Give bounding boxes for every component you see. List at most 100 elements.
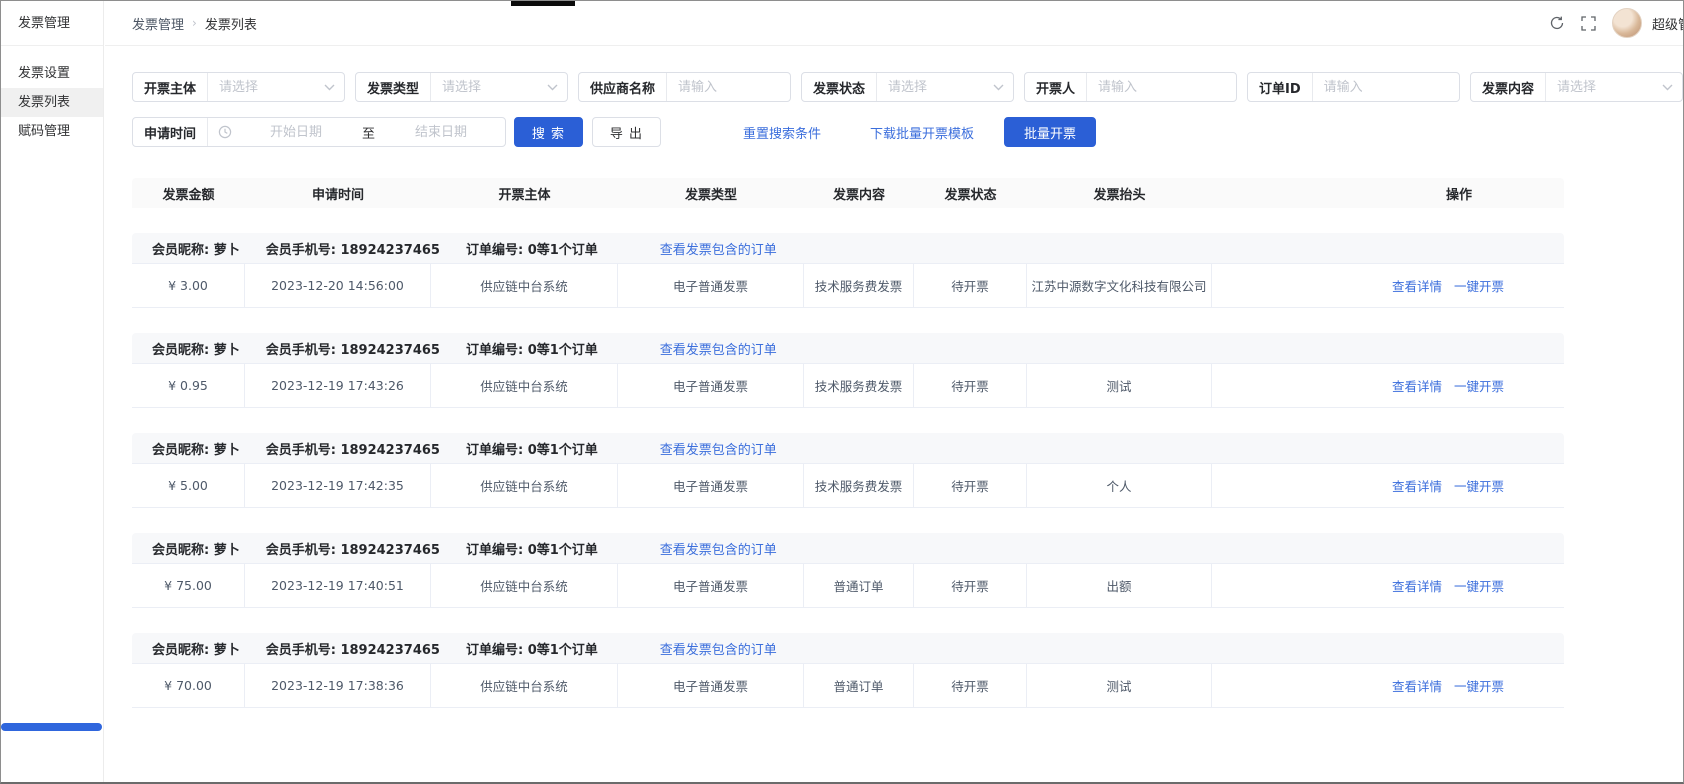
order-number: 订单编号: 0等1个订单	[466, 439, 598, 458]
search-button[interactable]: 搜 索	[514, 117, 583, 147]
table-header-cell: 发票抬头	[1027, 178, 1212, 208]
filter-input[interactable]	[877, 73, 993, 101]
cell-invoice-content: 普通订单	[804, 564, 914, 607]
horizontal-scrollbar-thumb[interactable]	[1, 723, 102, 731]
member-phone: 会员手机号: 18924237465	[266, 239, 440, 258]
invoice-table: 发票金额申请时间开票主体发票类型发票内容发票状态发票抬头操作 会员昵称: 萝卜 …	[132, 178, 1564, 708]
cell-invoice-type: 电子普通发票	[618, 564, 804, 607]
cell-actions: 查看详情 一键开票	[1212, 664, 1564, 707]
end-date-input[interactable]	[377, 118, 505, 146]
batch-invoice-button[interactable]: 批量开票	[1004, 117, 1096, 147]
filter-field: 订单ID	[1247, 72, 1460, 102]
cell-invoice-type: 电子普通发票	[618, 464, 804, 507]
filter-field: 开票主体	[132, 72, 345, 102]
table-row: ¥ 75.00 2023-12-19 17:40:51 供应链中台系统 电子普通…	[132, 563, 1564, 608]
table-row: ¥ 0.95 2023-12-19 17:43:26 供应链中台系统 电子普通发…	[132, 363, 1564, 408]
invoice-group: 会员昵称: 萝卜 会员手机号: 18924237465 订单编号: 0等1个订单…	[132, 433, 1564, 508]
fullscreen-icon[interactable]	[1580, 14, 1598, 32]
reset-search-link[interactable]: 重置搜索条件	[743, 123, 821, 142]
filter-input[interactable]	[1546, 73, 1662, 101]
sidebar-item-invoice-settings[interactable]: 发票设置	[1, 59, 103, 88]
sidebar-item-invoice-list[interactable]: 发票列表	[1, 88, 103, 117]
group-header-row: 会员昵称: 萝卜 会员手机号: 18924237465 订单编号: 0等1个订单…	[132, 233, 1564, 263]
one-click-invoice-link[interactable]: 一键开票	[1454, 276, 1504, 295]
table-header-cell: 操作	[1212, 178, 1564, 208]
filter-input[interactable]	[431, 73, 547, 101]
view-included-orders-link[interactable]: 查看发票包含的订单	[660, 339, 777, 358]
member-nickname: 会员昵称: 萝卜	[152, 339, 240, 358]
filter-label: 开票主体	[133, 73, 208, 101]
view-included-orders-link[interactable]: 查看发票包含的订单	[660, 639, 777, 658]
table-row: ¥ 5.00 2023-12-19 17:42:35 供应链中台系统 电子普通发…	[132, 463, 1564, 508]
cell-invoicing-subject: 供应链中台系统	[431, 664, 618, 707]
chevron-down-icon	[547, 84, 558, 91]
view-detail-link[interactable]: 查看详情	[1392, 676, 1442, 695]
filter-field: 开票人	[1024, 72, 1237, 102]
download-batch-template-link[interactable]: 下载批量开票模板	[870, 123, 974, 142]
table-header-cell: 发票金额	[132, 178, 245, 208]
filter-field: 发票状态	[801, 72, 1014, 102]
filter-label: 发票状态	[802, 73, 877, 101]
cell-apply-time: 2023-12-19 17:40:51	[245, 564, 431, 607]
view-detail-link[interactable]: 查看详情	[1392, 476, 1442, 495]
cell-invoice-amount: ¥ 70.00	[132, 664, 245, 707]
cell-actions: 查看详情 一键开票	[1212, 564, 1564, 607]
order-number: 订单编号: 0等1个订单	[466, 339, 598, 358]
view-included-orders-link[interactable]: 查看发票包含的订单	[660, 439, 777, 458]
refresh-icon[interactable]	[1548, 14, 1566, 32]
one-click-invoice-link[interactable]: 一键开票	[1454, 376, 1504, 395]
cell-invoice-amount: ¥ 75.00	[132, 564, 245, 607]
browser-top-strip	[511, 1, 575, 6]
invoice-group: 会员昵称: 萝卜 会员手机号: 18924237465 订单编号: 0等1个订单…	[132, 333, 1564, 408]
app-window: 发票管理 发票设置 发票列表 赋码管理 发票管理 › 发票列表	[0, 0, 1684, 784]
view-detail-link[interactable]: 查看详情	[1392, 376, 1442, 395]
cell-invoice-type: 电子普通发票	[618, 664, 804, 707]
filter-row-2: 申请时间 至 搜 索 导 出 重置搜索条件 下载批量开票模板 批量开票	[132, 117, 1683, 147]
table-header-cell: 申请时间	[245, 178, 431, 208]
start-date-input[interactable]	[232, 118, 360, 146]
cell-invoice-status: 待开票	[914, 264, 1027, 307]
filter-input[interactable]	[208, 73, 324, 101]
one-click-invoice-link[interactable]: 一键开票	[1454, 676, 1504, 695]
one-click-invoice-link[interactable]: 一键开票	[1454, 576, 1504, 595]
order-number: 订单编号: 0等1个订单	[466, 539, 598, 558]
cell-invoicing-subject: 供应链中台系统	[431, 464, 618, 507]
clock-icon	[218, 125, 232, 139]
order-number: 订单编号: 0等1个订单	[466, 639, 598, 658]
chevron-down-icon	[324, 84, 335, 91]
sidebar-item-code-management[interactable]: 赋码管理	[1, 117, 103, 146]
filter-label: 申请时间	[133, 118, 208, 146]
view-included-orders-link[interactable]: 查看发票包含的订单	[660, 539, 777, 558]
filter-input[interactable]	[1087, 73, 1236, 101]
cell-invoice-amount: ¥ 5.00	[132, 464, 245, 507]
filter-input[interactable]	[667, 73, 790, 101]
view-detail-link[interactable]: 查看详情	[1392, 576, 1442, 595]
filter-label: 订单ID	[1248, 73, 1313, 101]
cell-invoice-title: 出额	[1027, 564, 1212, 607]
breadcrumb-parent[interactable]: 发票管理	[132, 14, 184, 33]
invoice-group: 会员昵称: 萝卜 会员手机号: 18924237465 订单编号: 0等1个订单…	[132, 233, 1564, 308]
filter-label: 发票内容	[1471, 73, 1546, 101]
cell-apply-time: 2023-12-19 17:42:35	[245, 464, 431, 507]
invoice-group: 会员昵称: 萝卜 会员手机号: 18924237465 订单编号: 0等1个订单…	[132, 633, 1564, 708]
member-nickname: 会员昵称: 萝卜	[152, 439, 240, 458]
cell-invoice-title: 江苏中源数字文化科技有限公司	[1027, 264, 1212, 307]
filter-label: 开票人	[1025, 73, 1087, 101]
cell-invoicing-subject: 供应链中台系统	[431, 564, 618, 607]
cell-invoice-content: 技术服务费发票	[804, 364, 914, 407]
one-click-invoice-link[interactable]: 一键开票	[1454, 476, 1504, 495]
cell-invoicing-subject: 供应链中台系统	[431, 264, 618, 307]
cell-invoice-status: 待开票	[914, 564, 1027, 607]
sidebar: 发票管理 发票设置 发票列表 赋码管理	[1, 1, 104, 782]
cell-invoice-amount: ¥ 0.95	[132, 364, 245, 407]
view-detail-link[interactable]: 查看详情	[1392, 276, 1442, 295]
table-header-cell: 发票状态	[914, 178, 1027, 208]
view-included-orders-link[interactable]: 查看发票包含的订单	[660, 239, 777, 258]
user-avatar[interactable]	[1612, 8, 1642, 38]
page-content: 开票主体 发票类型	[105, 46, 1683, 708]
table-header-cell: 发票类型	[618, 178, 804, 208]
export-button[interactable]: 导 出	[592, 117, 661, 147]
filter-input[interactable]	[1313, 73, 1459, 101]
user-name[interactable]: 超级管理员	[1652, 14, 1684, 33]
group-header-row: 会员昵称: 萝卜 会员手机号: 18924237465 订单编号: 0等1个订单…	[132, 333, 1564, 363]
